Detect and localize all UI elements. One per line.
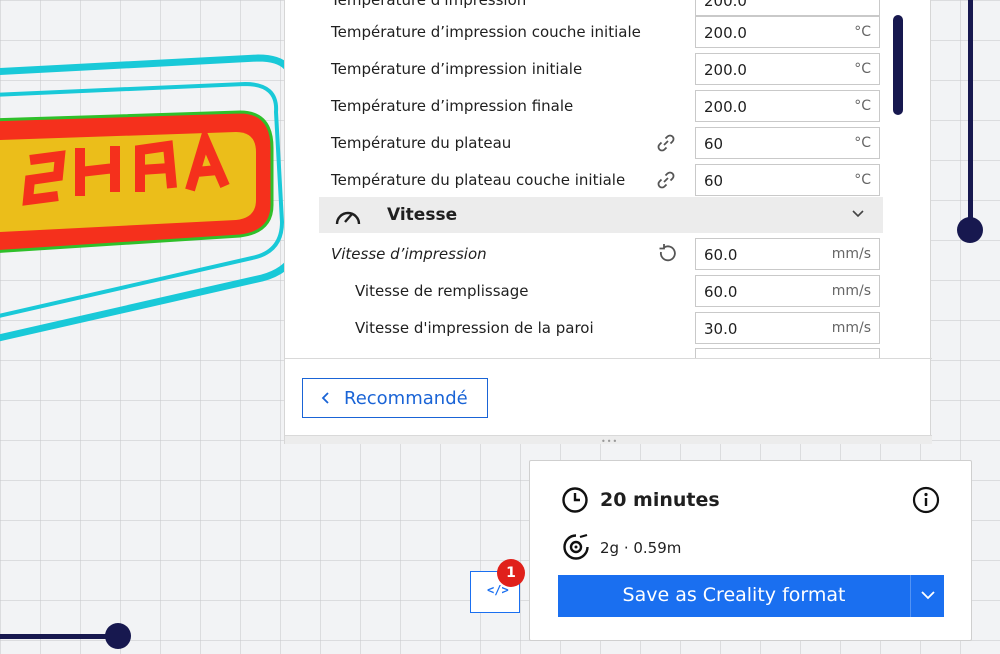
filament-spool-icon [563, 533, 589, 560]
setting-row-bed-temp: Température du plateau 60 °C [285, 126, 885, 160]
section-header-vitesse[interactable]: Vitesse [319, 197, 883, 233]
setting-input[interactable]: 200.0 °C [695, 90, 880, 122]
panel-resize-handle[interactable]: ••• [285, 435, 932, 446]
setting-input[interactable]: 200.0 °C [695, 16, 880, 48]
setting-label: Température du plateau couche initiale [331, 171, 626, 189]
setting-value: 200.0 [704, 0, 747, 10]
setting-label: Température d’impression couche initiale [331, 23, 641, 41]
chevron-down-icon[interactable] [851, 209, 865, 219]
setting-row-infill-speed: Vitesse de remplissage 60.0 mm/s [285, 274, 885, 308]
setting-label: Température du plateau [331, 134, 512, 152]
setting-input[interactable]: 60.0 mm/s [695, 275, 880, 307]
setting-unit: °C [854, 24, 871, 40]
setting-value: 60.0 [704, 283, 738, 301]
setting-value: 60.0 [704, 246, 738, 264]
setting-label: Température d’impression finale [331, 97, 574, 115]
setting-row-initial-temp: Température d’impression initiale 200.0 … [285, 52, 885, 86]
setting-label: Température d'impression [331, 0, 527, 9]
setting-input-clipped [695, 348, 880, 358]
setting-unit: °C [854, 172, 871, 188]
divider [285, 358, 932, 359]
setting-label: Température d’impression initiale [331, 60, 583, 78]
setting-input[interactable]: 60 °C [695, 127, 880, 159]
setting-unit: °C [854, 61, 871, 77]
setting-input[interactable]: 60.0 mm/s [695, 238, 880, 270]
setting-row-final-temp: Température d’impression finale 200.0 °C [285, 89, 885, 123]
link-icon[interactable] [655, 132, 677, 154]
setting-label: Vitesse de remplissage [355, 282, 529, 300]
print-time: 20 minutes [600, 489, 720, 511]
chevron-down-icon[interactable] [920, 589, 936, 601]
grip-icon: ••• [601, 437, 619, 446]
setting-unit: mm/s [831, 283, 871, 299]
setting-row-bed-temp-initial: Température du plateau couche initiale 6… [285, 163, 885, 197]
info-icon[interactable] [912, 486, 940, 514]
setting-value: 200.0 [704, 61, 747, 79]
setting-unit: mm/s [831, 320, 871, 336]
setting-value: 60 [704, 172, 724, 190]
divider [910, 575, 911, 617]
setting-row-initial-layer-temp: Température d’impression couche initiale… [285, 15, 885, 49]
save-label: Save as Creality format [622, 584, 846, 606]
print-settings-panel: Température d'impression 200.0 Températu… [284, 0, 932, 446]
print-info-panel: 20 minutes 2g · 0.59m Save as Creality f… [529, 460, 972, 641]
setting-unit: °C [854, 98, 871, 114]
setting-unit: °C [854, 135, 871, 151]
save-creality-format-button[interactable]: Save as Creality format [558, 575, 944, 617]
scrollbar-thumb[interactable] [893, 15, 903, 115]
notification-badge: 1 [497, 559, 525, 587]
chevron-left-icon [321, 392, 329, 404]
setting-value: 30.0 [704, 320, 738, 338]
link-icon[interactable] [655, 169, 677, 191]
recommended-mode-button[interactable]: Recommandé [302, 378, 488, 418]
setting-value: 200.0 [704, 24, 747, 42]
setting-input[interactable]: 200.0 [695, 0, 880, 16]
recommended-label: Recommandé [344, 388, 468, 409]
setting-input[interactable]: 200.0 °C [695, 53, 880, 85]
setting-row-print-speed: Vitesse d’impression 60.0 mm/s [285, 237, 885, 271]
setting-input[interactable]: 60 °C [695, 164, 880, 196]
setting-label: Vitesse d’impression [331, 245, 487, 263]
setting-value: 60 [704, 135, 724, 153]
setting-input[interactable]: 30.0 mm/s [695, 312, 880, 344]
clock-icon [562, 487, 588, 513]
setting-label: Vitesse d'impression de la paroi [355, 319, 594, 337]
material-usage: 2g · 0.59m [600, 539, 682, 557]
setting-value: 200.0 [704, 98, 747, 116]
gauge-icon [335, 211, 361, 225]
reset-icon[interactable] [655, 243, 677, 265]
section-title: Vitesse [387, 205, 458, 225]
setting-row-wall-speed: Vitesse d'impression de la paroi 30.0 mm… [285, 311, 885, 345]
setting-unit: mm/s [831, 246, 871, 262]
